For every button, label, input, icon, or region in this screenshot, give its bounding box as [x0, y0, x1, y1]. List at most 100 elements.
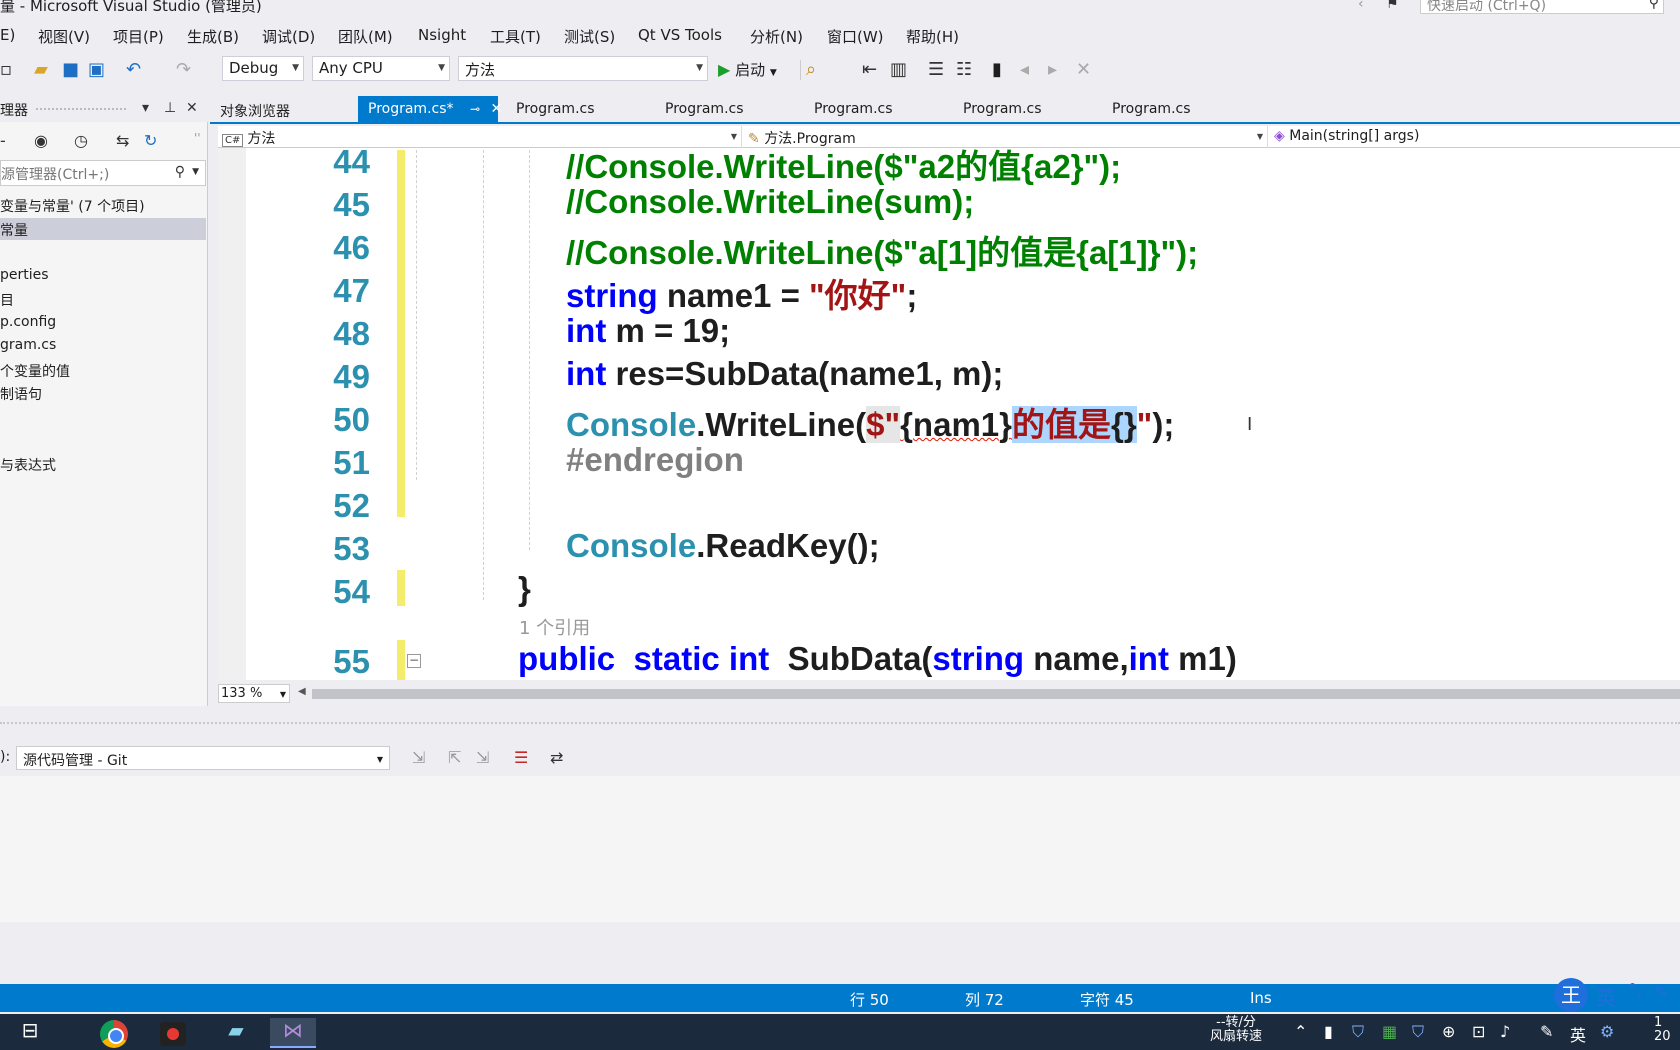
horizontal-scrollbar[interactable]	[312, 689, 1680, 699]
menu-nsight[interactable]: Nsight	[418, 26, 466, 44]
menu-test[interactable]: 测试(S)	[564, 26, 615, 47]
columns-icon[interactable]: ▥	[890, 59, 907, 80]
tree-item[interactable]: 与表达式	[0, 453, 206, 475]
chevron-up-icon[interactable]: ⌃	[1294, 1022, 1307, 1041]
zoom-select[interactable]: 133 % ▼	[218, 684, 290, 703]
next-bookmark-icon[interactable]: ▸	[1048, 59, 1057, 80]
menu-build[interactable]: 生成(B)	[187, 26, 239, 47]
tree-item[interactable]: 个变量的值	[0, 359, 206, 381]
tab-program[interactable]: Program.cs	[804, 96, 901, 122]
ime-tray-icon[interactable]: ⚙	[1600, 1022, 1614, 1041]
tree-item[interactable]: gram.cs	[0, 335, 206, 357]
tree-item[interactable]: 制语句	[0, 382, 206, 404]
menu-team[interactable]: 团队(M)	[338, 26, 393, 47]
ime-logo[interactable]: 王	[1554, 978, 1588, 1012]
collapse-icon[interactable]: −	[407, 654, 421, 668]
overflow-icon[interactable]: ''	[194, 131, 201, 145]
tab-program-active[interactable]: Program.cs* ⊸ ✕	[358, 96, 502, 122]
back-arrow-icon[interactable]: ‹	[1358, 0, 1364, 12]
pin-icon[interactable]: ⊥	[164, 100, 176, 116]
menu-edit[interactable]: E)	[0, 26, 15, 44]
sync-icon[interactable]: ⇆	[116, 131, 129, 150]
menu-debug[interactable]: 调试(D)	[262, 26, 315, 47]
save-all-icon[interactable]: ▣	[88, 59, 105, 80]
tab-object-browser[interactable]: 对象浏览器	[210, 96, 298, 122]
menu-qt-vs-tools[interactable]: Qt VS Tools	[638, 26, 722, 44]
tab-program[interactable]: Program.cs	[953, 96, 1050, 122]
tree-item[interactable]: 变量与常量' (7 个项目)	[0, 194, 206, 216]
quick-launch-input[interactable]: 快速启动 (Ctrl+Q) ⚲	[1420, 0, 1664, 14]
next-message-icon[interactable]: ⇲	[476, 748, 489, 767]
pen-icon[interactable]: ✎	[1654, 982, 1669, 1003]
system-clock[interactable]: 1 20	[1654, 1016, 1671, 1044]
tab-program[interactable]: Program.cs	[506, 96, 603, 122]
tree-item[interactable]: 目	[0, 288, 206, 310]
shield-icon[interactable]: ⛉	[1352, 1022, 1364, 1042]
history-icon[interactable]: ◷	[74, 131, 88, 150]
tree-item[interactable]: 常量	[0, 217, 206, 240]
punctuation-icon[interactable]: °,	[1628, 980, 1643, 1001]
find-in-files-icon[interactable]: ⌕	[806, 59, 816, 80]
menu-help[interactable]: 帮助(H)	[906, 26, 959, 47]
solution-configuration-select[interactable]: Debug ▼	[222, 56, 304, 81]
solution-search-input[interactable]: 源管理器(Ctrl+;) ⚲ ▼	[0, 160, 206, 186]
prev-message-icon[interactable]: ⇱	[448, 748, 461, 767]
tree-item[interactable]: p.config	[0, 312, 206, 334]
menu-view[interactable]: 视图(V)	[38, 26, 90, 47]
solution-platform-select[interactable]: Any CPU ▼	[312, 56, 450, 81]
battery-icon[interactable]: ⊡	[1472, 1022, 1485, 1041]
scroll-left-icon[interactable]: ◀	[298, 686, 306, 697]
app-grid-icon[interactable]: ▦	[1382, 1022, 1397, 1041]
word-wrap-icon[interactable]: ⇄	[550, 748, 563, 767]
redo-icon[interactable]: ↷	[176, 59, 191, 80]
start-debugging-button[interactable]: ▶ 启动 ▼	[718, 59, 777, 80]
task-view-icon[interactable]: ⊟	[14, 1018, 46, 1048]
tab-program[interactable]: Program.cs	[1102, 96, 1199, 122]
open-folder-icon[interactable]: ▰	[34, 59, 48, 80]
member-nav-select[interactable]: ◈ Main(string[] args)	[1270, 126, 1680, 148]
startup-project-select[interactable]: 方法 ▼	[458, 56, 708, 81]
notes-app-icon[interactable]: ▰	[220, 1018, 252, 1048]
visual-studio-taskbar-item[interactable]: ⋈	[270, 1018, 316, 1048]
output-text-area[interactable]	[0, 776, 1680, 922]
codelens-references[interactable]: 1 个引用	[519, 614, 590, 640]
refresh-icon[interactable]: ↻	[144, 131, 157, 150]
comment-icon[interactable]: ☰	[928, 59, 944, 80]
pin-icon[interactable]: ⊸	[470, 102, 480, 116]
prev-bookmark-icon[interactable]: ◂	[1020, 59, 1029, 80]
defender-icon[interactable]: ⛉	[1412, 1022, 1424, 1042]
volume-icon[interactable]: ♪	[1500, 1022, 1510, 1041]
chevron-down-icon[interactable]: ▾	[142, 100, 149, 116]
microphone-icon[interactable]: ▮	[1324, 1022, 1333, 1041]
menu-tools[interactable]: 工具(T)	[490, 26, 541, 47]
chrome-icon[interactable]	[100, 1020, 128, 1048]
new-item-icon[interactable]: ▫	[0, 59, 12, 80]
home-icon[interactable]: -	[0, 131, 6, 150]
bookmark-icon[interactable]: ▮	[992, 59, 1002, 80]
menu-project[interactable]: 项目(P)	[113, 26, 164, 47]
panel-splitter[interactable]	[0, 722, 1680, 732]
menu-window[interactable]: 窗口(W)	[827, 26, 884, 47]
tree-item[interactable]	[0, 241, 206, 263]
input-language-indicator[interactable]: 英	[1570, 1022, 1586, 1046]
ime-language-toggle[interactable]: 英	[1596, 982, 1616, 1011]
save-icon[interactable]: ■	[62, 59, 79, 80]
feedback-icon[interactable]: ⚑	[1386, 0, 1399, 12]
step-icon[interactable]: ⇤	[862, 59, 877, 80]
globe-icon[interactable]: ◉	[34, 131, 48, 150]
menu-analyze[interactable]: 分析(N)	[750, 26, 803, 47]
output-source-select[interactable]: 源代码管理 - Git ▼	[16, 746, 390, 770]
clear-bookmarks-icon[interactable]: ✕	[1076, 59, 1091, 80]
tree-item[interactable]: perties	[0, 265, 206, 287]
close-icon[interactable]: ✕	[490, 101, 502, 117]
tree-item[interactable]	[0, 406, 206, 428]
undo-icon[interactable]: ↶	[126, 59, 141, 80]
uncomment-icon[interactable]: ☷	[956, 59, 972, 80]
pen-workspace-icon[interactable]: ✎	[1540, 1022, 1553, 1041]
find-message-icon[interactable]: ⇲	[412, 748, 425, 767]
tree-item[interactable]	[0, 429, 206, 451]
screen-recorder-icon[interactable]	[160, 1022, 186, 1046]
network-icon[interactable]: ⊕	[1442, 1022, 1455, 1041]
clear-all-icon[interactable]: ☰	[514, 748, 528, 767]
drag-handle[interactable]	[36, 108, 126, 112]
